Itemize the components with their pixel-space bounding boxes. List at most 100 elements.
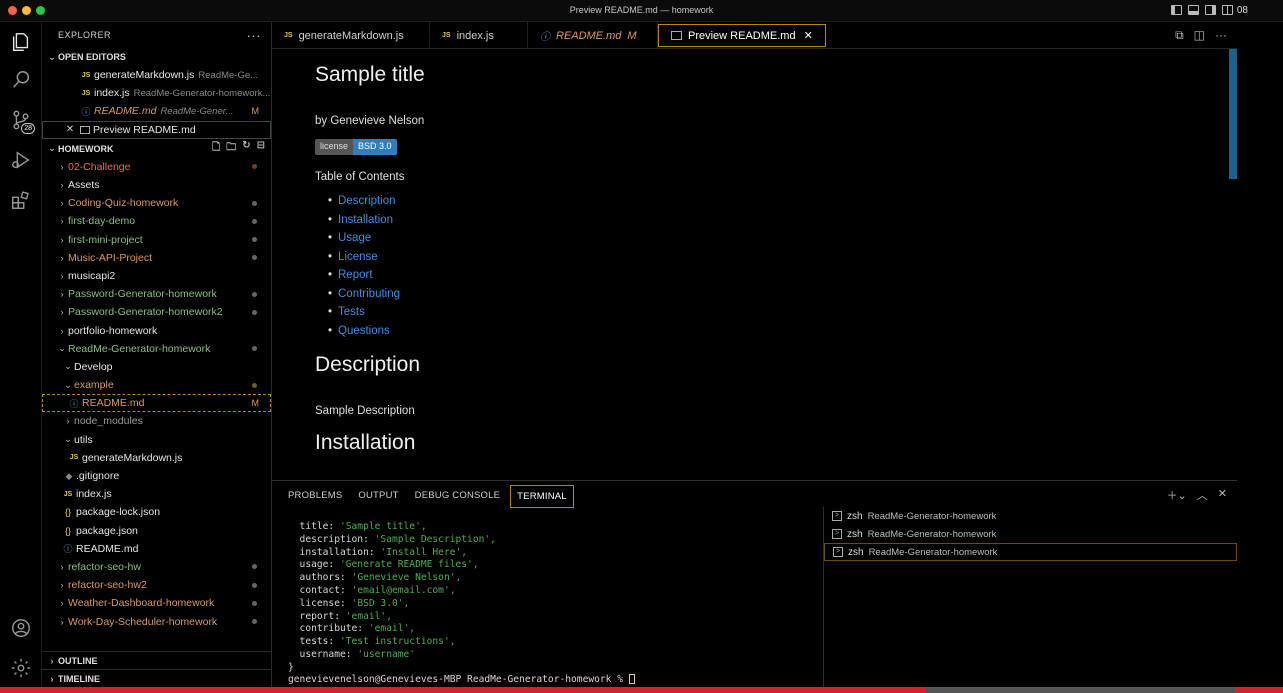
js-file-icon: JS [63,490,73,498]
close-panel-icon[interactable]: ✕ [1218,487,1227,503]
explorer-icon[interactable] [9,30,33,54]
toc-link[interactable]: Description [328,195,400,214]
open-source-icon[interactable]: ⧉ [1175,28,1184,43]
folder-item-expanded[interactable]: ⌄ Develop [42,358,271,376]
file-item[interactable]: ◆ .gitignore [42,467,271,485]
toc-link[interactable]: Tests [328,306,400,325]
terminal-instance[interactable]: > zsh ReadMe-Generator-homework [824,507,1237,525]
workspace-section[interactable]: ⌄ HOMEWORK 🗋 🗀 ↻ ⊟ [42,140,271,158]
tab-debug-console[interactable]: DEBUG CONSOLE [409,485,506,508]
file-item[interactable]: {} package-lock.json [42,503,271,521]
file-item[interactable]: JS index.js [42,485,271,503]
toc-link[interactable]: Report [328,269,400,288]
account-icon[interactable] [9,616,33,640]
folder-name: Password-Generator-homework2 [68,306,223,319]
open-editor-name: index.js [94,87,130,100]
folder-item-expanded[interactable]: ⌄ utils [42,431,271,449]
folder-item[interactable]: › Password-Generator-homework2 [42,303,271,321]
close-icon[interactable]: ✕ [63,124,77,135]
toc-link[interactable]: Installation [328,214,400,233]
workspace-tools: 🗋 🗀 ↻ ⊟ [212,140,265,157]
close-icon[interactable]: ✕ [804,29,813,42]
folder-item[interactable]: › Password-Generator-homework [42,285,271,303]
extensions-icon[interactable] [9,188,33,212]
new-file-icon[interactable]: 🗋 [212,140,220,157]
tab-preview-readme[interactable]: Preview README.md ✕ [658,24,826,47]
folder-item-expanded[interactable]: ⌄ example [42,376,271,394]
folder-item[interactable]: › Weather-Dashboard-homework [42,594,271,612]
open-editor-item[interactable]: JS generateMarkdown.js ReadMe-Ge... [42,66,271,84]
terminal-line: report: 'email', [288,611,818,624]
tab-problems[interactable]: PROBLEMS [282,485,348,508]
folder-item[interactable]: › Coding-Quiz-homework [42,194,271,212]
more-actions-icon[interactable]: ··· [1215,28,1227,43]
terminal-output[interactable]: title: 'Sample title', description: 'Sam… [288,521,818,675]
file-item[interactable]: JS generateMarkdown.js [42,449,271,467]
tab-output[interactable]: OUTPUT [352,485,404,508]
open-editor-item[interactable]: JS index.js ReadMe-Generator-homework... [42,84,271,102]
file-name: README.md [82,397,145,410]
terminal-prompt[interactable]: genevievenelson@Genevieves-MBP ReadMe-Ge… [288,674,635,685]
folder-item[interactable]: › first-day-demo [42,212,271,230]
folder-item[interactable]: › first-mini-project [42,231,271,249]
folder-item[interactable]: › Music-API-Project [42,249,271,267]
open-editor-path: ReadMe-Gener... [160,105,234,117]
file-item[interactable]: {} package.json [42,522,271,540]
settings-gear-icon[interactable] [9,656,33,680]
terminal-string: 'username' [357,648,416,660]
markdown-preview: Sample title by Genevieve Nelson license… [272,49,1237,480]
folder-item[interactable]: › refactor-seo-hw2 [42,576,271,594]
json-file-icon: {} [64,525,71,536]
folder-item[interactable]: › Work-Day-Scheduler-homework [42,612,271,630]
folder-item[interactable]: › node_modules [42,412,271,430]
new-terminal-icon[interactable]: ＋⌄ [1167,487,1187,503]
folder-item[interactable]: › portfolio-homework [42,321,271,339]
new-folder-icon[interactable]: 🗀 [226,140,236,157]
toggle-secondary-sidebar-icon[interactable] [1205,5,1216,15]
tab-index[interactable]: JS index.js [430,22,528,49]
run-debug-icon[interactable] [9,148,33,172]
toc-link[interactable]: License [328,251,400,270]
customize-layout-icon[interactable] [1222,5,1233,15]
description-heading: Description [315,353,421,376]
toc-link[interactable]: Contributing [328,288,400,307]
toggle-panel-icon[interactable] [1188,5,1199,15]
terminal-string: 'Generate README files', [339,559,479,571]
folder-item[interactable]: › musicapi2 [42,267,271,285]
terminal-line: authors: 'Genevieve Nelson', [288,572,818,585]
maximize-panel-icon[interactable]: ︿ [1197,487,1208,503]
folder-item-expanded[interactable]: ⌄ ReadMe-Generator-homework [42,340,271,358]
preview-icon [77,125,93,134]
split-editor-icon[interactable]: ◫ [1194,28,1205,43]
collapse-all-icon[interactable]: ⊟ [257,140,265,157]
folder-name: Weather-Dashboard-homework [68,597,215,610]
terminal-icon: > [832,511,842,521]
open-editor-item-active[interactable]: ✕ Preview README.md [42,120,271,139]
preview-scrollbar[interactable] [1229,49,1237,179]
refresh-icon[interactable]: ↻ [242,140,250,157]
toc-link[interactable]: Questions [328,325,400,344]
terminal-instance-active[interactable]: > zsh ReadMe-Generator-homework [824,543,1237,561]
chevron-right-icon: › [50,655,54,666]
timeline-section[interactable]: › TIMELINE [42,669,271,687]
terminal-instance[interactable]: > zsh ReadMe-Generator-homework [824,525,1237,543]
file-item-selected[interactable]: ⓘ README.md M [42,394,271,413]
window-badge: 08 [1236,5,1248,16]
folder-item[interactable]: › 02-Challenge [42,158,271,176]
source-control-icon[interactable]: 28 [9,108,35,134]
terminal-string: 'email', [345,610,392,622]
toggle-primary-sidebar-icon[interactable] [1171,5,1182,15]
open-editor-item[interactable]: ⓘ README.md ReadMe-Gener... M [42,102,271,120]
folder-item[interactable]: › Assets [42,176,271,194]
terminal-string: 'email@email.com', [351,584,456,596]
explorer-more-actions-icon[interactable]: ··· [247,28,262,43]
tab-terminal[interactable]: TERMINAL [510,485,574,508]
search-icon[interactable] [9,68,33,92]
tab-generatemarkdown[interactable]: JS generateMarkdown.js [272,22,430,49]
toc-link[interactable]: Usage [328,232,400,251]
outline-section[interactable]: › OUTLINE [42,651,271,669]
tab-readme[interactable]: ⓘ README.md M [528,22,658,49]
file-item[interactable]: ⓘ README.md [42,540,271,558]
open-editors-section[interactable]: ⌄ OPEN EDITORS [42,48,271,66]
folder-item[interactable]: › refactor-seo-hw [42,558,271,576]
